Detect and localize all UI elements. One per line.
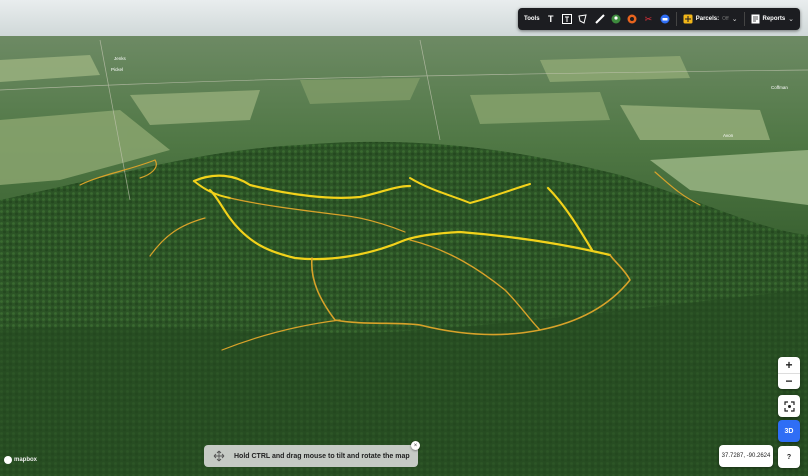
place-label: Jenks: [114, 56, 127, 61]
place-label: Coffman: [771, 85, 788, 90]
toolbar-divider: [675, 12, 677, 26]
fullscreen-button[interactable]: [778, 395, 800, 417]
zoom-control: + −: [778, 357, 800, 389]
zoom-in-button[interactable]: +: [778, 357, 800, 373]
document-icon: [751, 14, 759, 24]
parcels-label: Parcels:: [695, 16, 720, 22]
target-icon[interactable]: [627, 14, 637, 25]
map-toolbar: Tools T ✂ Parcels: Off ⌄ Reports ⌄: [518, 8, 800, 30]
scissors-icon[interactable]: ✂: [643, 14, 653, 25]
parcels-dropdown[interactable]: Parcels: Off ⌄: [683, 14, 738, 24]
fullscreen-icon: [783, 400, 795, 412]
hint-text: Hold CTRL and drag mouse to tilt and rot…: [234, 452, 410, 460]
close-hint-button[interactable]: ×: [411, 441, 420, 450]
polygon-icon[interactable]: [578, 14, 588, 25]
chevron-down-icon: ⌄: [788, 16, 795, 23]
tilt-hint-banner: Hold CTRL and drag mouse to tilt and rot…: [204, 445, 418, 467]
coordinates-readout: 37.7287, -90.2624: [719, 445, 773, 467]
toggle-3d-button[interactable]: 3D: [778, 420, 800, 442]
chevron-down-icon: ⌄: [731, 16, 738, 23]
ruler-icon[interactable]: [594, 14, 605, 25]
help-button[interactable]: ?: [778, 446, 800, 468]
reports-dropdown[interactable]: Reports ⌄: [751, 14, 795, 24]
text-box-icon[interactable]: [561, 14, 572, 25]
attribution-text: mapbox: [14, 457, 38, 463]
toolbar-divider: [743, 12, 745, 26]
text-icon[interactable]: T: [546, 14, 556, 25]
tools-label: Tools: [524, 16, 540, 22]
parcels-icon: [683, 14, 693, 24]
place-label: Pickel: [111, 67, 123, 72]
place-label: Avon: [723, 133, 734, 138]
car-icon[interactable]: [660, 14, 670, 25]
mapbox-attribution[interactable]: mapbox: [4, 456, 37, 464]
satellite-3d-map[interactable]: Jenks Pickel Coffman Avon: [0, 0, 808, 476]
reports-label: Reports: [762, 16, 786, 22]
globe-pin-icon[interactable]: [611, 14, 621, 25]
mouse-drag-icon: [213, 450, 225, 462]
mapbox-logo-icon: [4, 456, 12, 464]
parcels-state: Off: [722, 16, 729, 22]
zoom-out-button[interactable]: −: [778, 372, 800, 390]
